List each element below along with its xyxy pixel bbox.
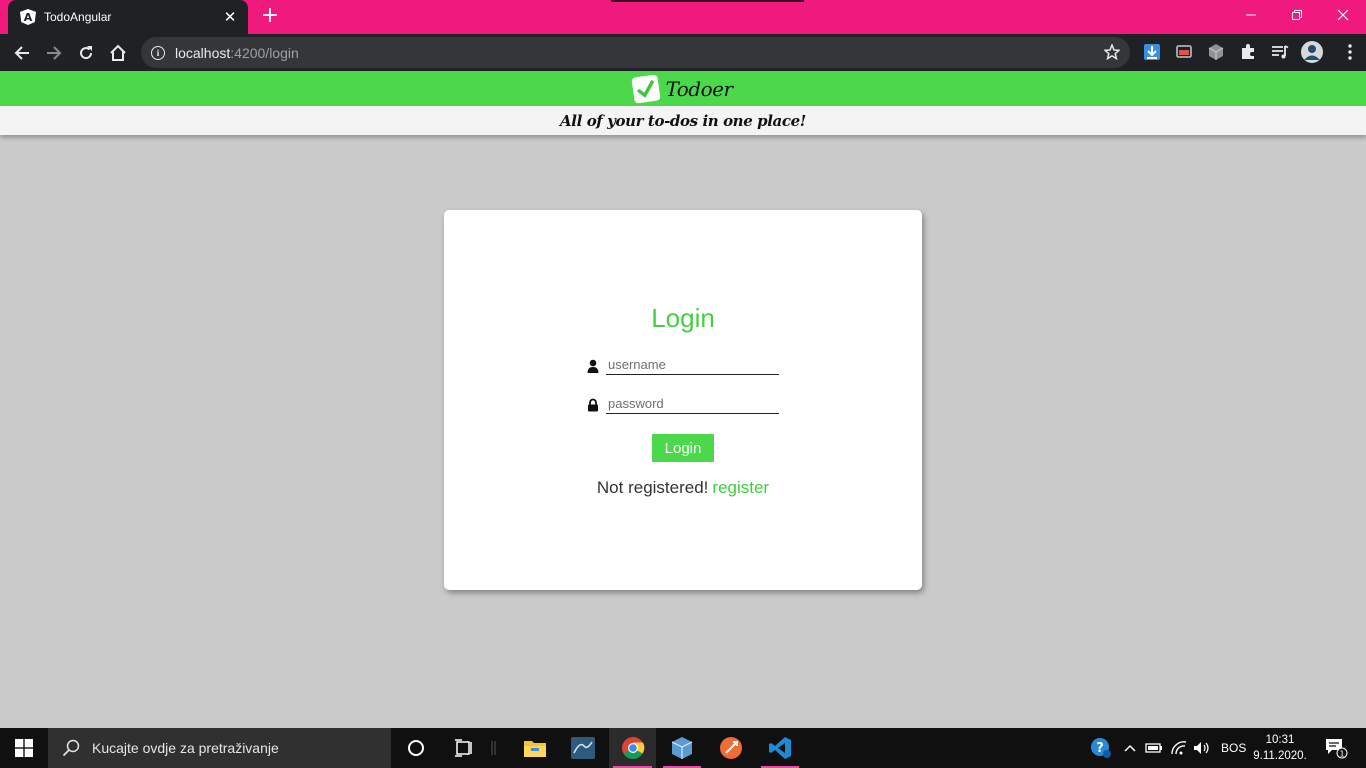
- windows-logo-icon: [15, 739, 33, 757]
- chrome-icon: [621, 737, 644, 759]
- window-drag-indicator: [611, 0, 804, 2]
- tray-help-icon[interactable]: ?: [1086, 728, 1116, 768]
- close-window-button[interactable]: [1320, 0, 1366, 30]
- restore-button[interactable]: [1274, 0, 1320, 30]
- minimize-icon: [1246, 14, 1256, 16]
- input-language[interactable]: BOS: [1221, 741, 1246, 755]
- taskbar-postman[interactable]: [708, 728, 754, 768]
- extension-cube-icon[interactable]: [1206, 42, 1226, 62]
- task-view-icon: [455, 739, 472, 757]
- register-prompt: Not registered! register: [444, 478, 922, 498]
- login-button[interactable]: Login: [652, 434, 714, 462]
- restore-icon: [1292, 10, 1302, 20]
- not-registered-text: Not registered!: [596, 478, 709, 497]
- file-explorer-icon: [524, 741, 546, 757]
- info-icon[interactable]: i: [151, 45, 165, 60]
- back-button[interactable]: [9, 40, 35, 66]
- login-title: Login: [651, 303, 715, 333]
- forward-icon: [47, 46, 62, 60]
- app-header: Todoer: [0, 71, 1366, 106]
- tray-overflow-chevron-icon[interactable]: [1120, 728, 1140, 768]
- search-placeholder: Kucajte ovdje za pretraživanje: [92, 740, 279, 756]
- wifi-icon[interactable]: [1168, 728, 1190, 768]
- login-card: Login Login Not registered!register: [444, 210, 922, 590]
- volume-icon[interactable]: [1191, 728, 1213, 768]
- user-icon: [586, 358, 600, 373]
- logo-text: Todoer: [665, 76, 733, 101]
- taskbar-search-box[interactable]: Kucajte ovdje za pretraživanje: [48, 728, 391, 768]
- mysql-workbench-icon: [571, 737, 595, 759]
- chrome-menu-icon[interactable]: [1340, 42, 1360, 62]
- cortana-button[interactable]: [394, 728, 438, 768]
- home-icon: [110, 44, 126, 61]
- taskbar-chrome[interactable]: [609, 728, 656, 768]
- taskbar-virtualbox[interactable]: [659, 728, 705, 768]
- taskbar-separator: [488, 728, 500, 768]
- notification-count: 1: [1339, 750, 1344, 759]
- battery-icon[interactable]: [1143, 728, 1165, 768]
- download-icon[interactable]: [1142, 42, 1162, 62]
- close-icon: [1337, 9, 1349, 21]
- lock-icon: [586, 397, 600, 412]
- reload-button[interactable]: [73, 40, 99, 66]
- cortana-icon: [408, 740, 424, 756]
- task-view-button[interactable]: [442, 728, 486, 768]
- password-input[interactable]: [606, 394, 779, 414]
- tab-title: TodoAngular: [44, 10, 112, 24]
- forward-button[interactable]: [41, 40, 67, 66]
- address-bar[interactable]: i localhost:4200/login: [141, 37, 1130, 68]
- new-tab-button[interactable]: +: [259, 5, 281, 29]
- clock-date: 9.11.2020.: [1253, 750, 1307, 762]
- puzzle-icon[interactable]: [1238, 42, 1258, 62]
- windows-taskbar: Kucajte ovdje za pretraživanje ? BOS 10:…: [0, 728, 1366, 768]
- tagline-bar: All of your to-dos in one place!: [0, 106, 1366, 135]
- url-text[interactable]: localhost:4200/login: [175, 45, 299, 61]
- virtualbox-icon: [671, 737, 693, 759]
- angular-favicon-icon: A: [20, 9, 36, 25]
- postman-icon: [720, 737, 742, 759]
- register-link[interactable]: register: [712, 478, 769, 497]
- taskbar-mysql-workbench[interactable]: [560, 728, 606, 768]
- taskbar-vscode[interactable]: [757, 728, 803, 768]
- clock-time: 10:31: [1265, 734, 1295, 746]
- clock[interactable]: 10:31 9.11.2020.: [1252, 732, 1308, 764]
- tab-todoangular[interactable]: A TodoAngular ✕: [8, 0, 248, 34]
- minimize-button[interactable]: [1228, 0, 1274, 30]
- browser-tabstrip: A TodoAngular ✕ +: [0, 0, 1366, 34]
- tab-close-icon[interactable]: ✕: [222, 8, 238, 26]
- start-button[interactable]: [0, 728, 48, 768]
- cast-icon[interactable]: [1174, 42, 1194, 62]
- action-center-button[interactable]: 1: [1316, 728, 1356, 768]
- search-icon: [62, 739, 80, 757]
- media-queue-icon[interactable]: [1270, 42, 1290, 62]
- browser-toolbar: i localhost:4200/login: [0, 34, 1366, 71]
- svg-text:?: ?: [1096, 741, 1104, 756]
- vscode-icon: [769, 737, 791, 759]
- username-input[interactable]: [606, 355, 779, 375]
- home-button[interactable]: [105, 40, 131, 66]
- back-icon: [14, 46, 29, 60]
- tagline: All of your to-dos in one place!: [560, 111, 806, 130]
- logo-checkmark-icon: [631, 73, 662, 104]
- star-icon[interactable]: [1103, 42, 1121, 64]
- reload-icon: [80, 46, 93, 60]
- profile-avatar[interactable]: [1300, 40, 1324, 64]
- taskbar-file-explorer[interactable]: [512, 728, 558, 768]
- notification-icon: 1: [1326, 739, 1348, 759]
